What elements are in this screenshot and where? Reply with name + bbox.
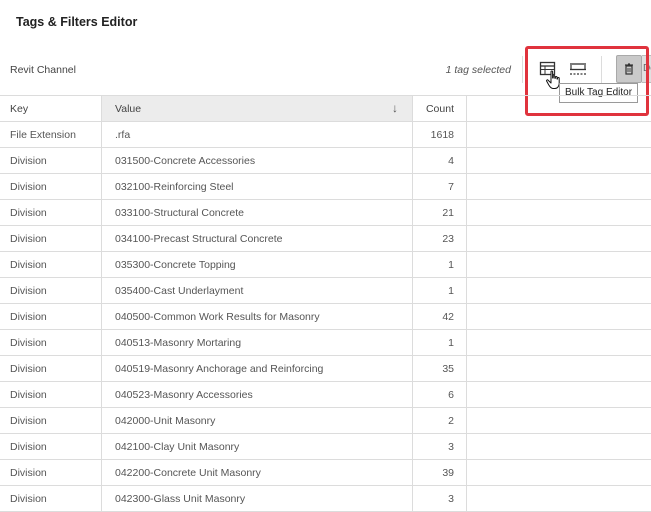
table-row[interactable]: Division 035300-Concrete Topping 1 xyxy=(0,252,651,278)
cell-filler xyxy=(467,200,651,225)
cell-filler xyxy=(467,382,651,407)
delete-button-label[interactable]: De xyxy=(642,55,651,83)
cell-count: 7 xyxy=(413,174,467,199)
cell-value: 040513-Masonry Mortaring xyxy=(102,330,413,355)
cell-key: Division xyxy=(0,356,102,381)
cell-key: Division xyxy=(0,486,102,511)
cell-value: 032100-Reinforcing Steel xyxy=(102,174,413,199)
cell-key: Division xyxy=(0,252,102,277)
table-row[interactable]: File Extension .rfa 1618 xyxy=(0,122,651,148)
cell-count: 6 xyxy=(413,382,467,407)
table-row[interactable]: Division 042100-Clay Unit Masonry 3 xyxy=(0,434,651,460)
cell-count: 3 xyxy=(413,434,467,459)
column-filler xyxy=(467,96,651,121)
cell-count: 35 xyxy=(413,356,467,381)
cell-value: 035300-Concrete Topping xyxy=(102,252,413,277)
cell-key: Division xyxy=(0,278,102,303)
cell-filler xyxy=(467,122,651,147)
cell-count: 39 xyxy=(413,460,467,485)
table-row[interactable]: Division 031500-Concrete Accessories 4 xyxy=(0,148,651,174)
table-row[interactable]: Division 032100-Reinforcing Steel 7 xyxy=(0,174,651,200)
cell-count: 2 xyxy=(413,408,467,433)
cell-count: 1 xyxy=(413,330,467,355)
table-row[interactable]: Division 040513-Masonry Mortaring 1 xyxy=(0,330,651,356)
table-header-row: Key Value ↓ Count xyxy=(0,96,651,122)
cell-key: Division xyxy=(0,304,102,329)
cell-filler xyxy=(467,252,651,277)
cell-value: 042000-Unit Masonry xyxy=(102,408,413,433)
cell-value: 042300-Glass Unit Masonry xyxy=(102,486,413,511)
cell-filler xyxy=(467,304,651,329)
bulk-rows-button[interactable] xyxy=(566,57,590,81)
cell-filler xyxy=(467,278,651,303)
table-row[interactable]: Division 033100-Structural Concrete 21 xyxy=(0,200,651,226)
cell-count: 1618 xyxy=(413,122,467,147)
cell-filler xyxy=(467,486,651,511)
cell-key: Division xyxy=(0,174,102,199)
cell-filler xyxy=(467,148,651,173)
cell-key: Division xyxy=(0,408,102,433)
toolbar-divider xyxy=(601,56,602,83)
cell-count: 3 xyxy=(413,486,467,511)
column-header-key[interactable]: Key xyxy=(0,96,102,121)
cell-value: 040519-Masonry Anchorage and Reinforcing xyxy=(102,356,413,381)
trash-icon xyxy=(625,63,633,75)
column-header-value-label: Value xyxy=(115,102,142,115)
cell-filler xyxy=(467,434,651,459)
cell-key: Division xyxy=(0,382,102,407)
cell-value: 034100-Precast Structural Concrete xyxy=(102,226,413,251)
table-row[interactable]: Division 042200-Concrete Unit Masonry 39 xyxy=(0,460,651,486)
table-row[interactable]: Division 034100-Precast Structural Concre… xyxy=(0,226,651,252)
cell-value: .rfa xyxy=(102,122,413,147)
cell-filler xyxy=(467,330,651,355)
toolbar-divider xyxy=(522,56,523,83)
cell-key: Division xyxy=(0,460,102,485)
cell-filler xyxy=(467,460,651,485)
cell-key: Division xyxy=(0,200,102,225)
cell-count: 4 xyxy=(413,148,467,173)
table-row[interactable]: Division 040500-Common Work Results for M… xyxy=(0,304,651,330)
tags-table: Key Value ↓ Count File Extension .rfa 1618… xyxy=(0,95,651,512)
table-row[interactable]: Division 042300-Glass Unit Masonry 3 xyxy=(0,486,651,512)
cell-value: 040523-Masonry Accessories xyxy=(102,382,413,407)
cell-value: 040500-Common Work Results for Masonry xyxy=(102,304,413,329)
rows-dashed-icon xyxy=(570,63,586,75)
table-row[interactable]: Division 042000-Unit Masonry 2 xyxy=(0,408,651,434)
cell-value: 035400-Cast Underlayment xyxy=(102,278,413,303)
cell-value: 031500-Concrete Accessories xyxy=(102,148,413,173)
cell-count: 1 xyxy=(413,252,467,277)
selection-status: 1 tag selected xyxy=(445,64,511,76)
delete-button[interactable] xyxy=(616,55,642,83)
channel-label: Revit Channel xyxy=(10,64,76,76)
cell-filler xyxy=(467,174,651,199)
column-header-value[interactable]: Value ↓ xyxy=(102,96,413,121)
cell-key: File Extension xyxy=(0,122,102,147)
cell-key: Division xyxy=(0,226,102,251)
cell-value: 042200-Concrete Unit Masonry xyxy=(102,460,413,485)
table-row[interactable]: Division 040519-Masonry Anchorage and Rei… xyxy=(0,356,651,382)
cell-key: Division xyxy=(0,434,102,459)
page-title: Tags & Filters Editor xyxy=(16,15,138,29)
cell-count: 23 xyxy=(413,226,467,251)
table-row[interactable]: Division 035400-Cast Underlayment 1 xyxy=(0,278,651,304)
sort-arrow-down-icon[interactable]: ↓ xyxy=(392,101,398,115)
cell-filler xyxy=(467,408,651,433)
cell-key: Division xyxy=(0,330,102,355)
cell-count: 42 xyxy=(413,304,467,329)
cell-value: 042100-Clay Unit Masonry xyxy=(102,434,413,459)
cell-filler xyxy=(467,226,651,251)
table-row[interactable]: Division 040523-Masonry Accessories 6 xyxy=(0,382,651,408)
cell-value: 033100-Structural Concrete xyxy=(102,200,413,225)
column-header-count[interactable]: Count xyxy=(413,96,467,121)
cell-count: 1 xyxy=(413,278,467,303)
cell-count: 21 xyxy=(413,200,467,225)
cell-key: Division xyxy=(0,148,102,173)
cell-filler xyxy=(467,356,651,381)
